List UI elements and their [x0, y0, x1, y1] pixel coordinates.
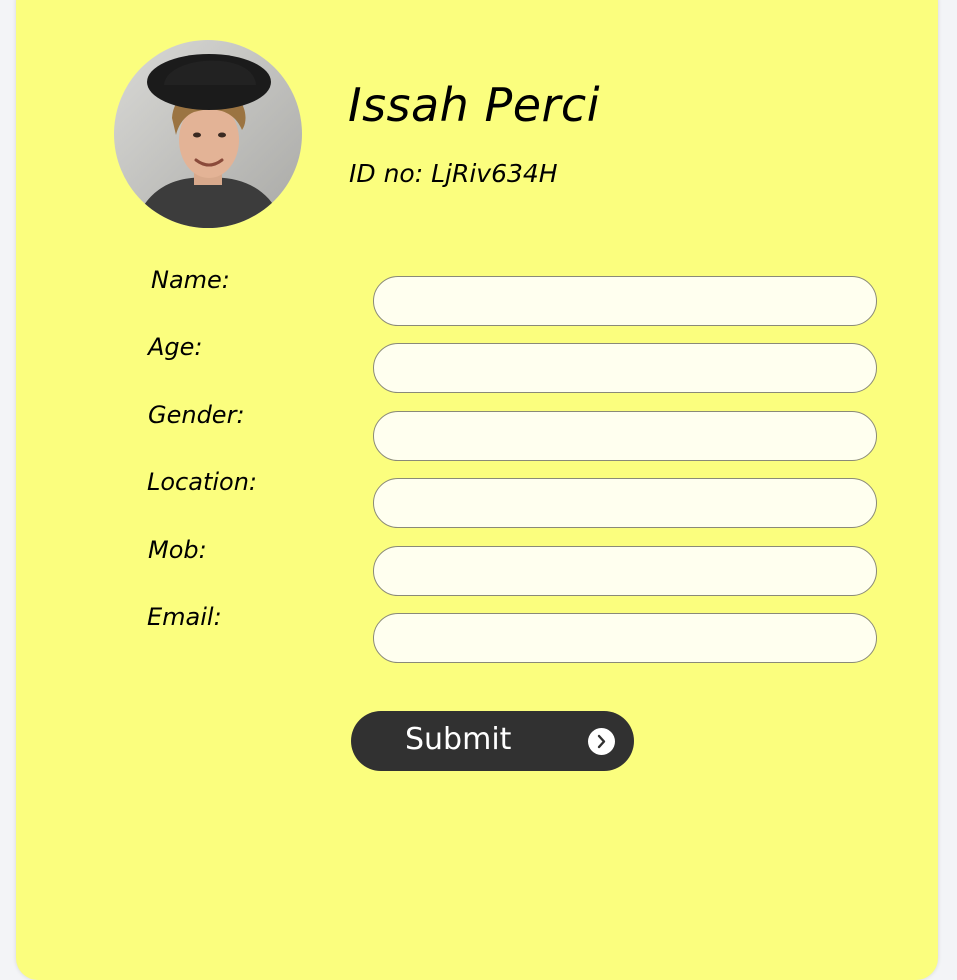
mob-field[interactable] [373, 546, 877, 596]
location-label: Location: [147, 468, 258, 496]
age-label: Age: [148, 333, 203, 361]
gender-label: Gender: [148, 401, 245, 429]
submit-button[interactable]: Submit [351, 711, 634, 771]
age-field[interactable] [373, 343, 877, 393]
profile-name: Issah Perci [348, 78, 600, 132]
name-label: Name: [151, 266, 230, 294]
profile-id: ID no: LjRiv634H [349, 159, 558, 188]
email-label: Email: [147, 603, 222, 631]
location-field[interactable] [373, 478, 877, 528]
name-field[interactable] [373, 276, 877, 326]
avatar [114, 40, 302, 228]
email-field[interactable] [373, 613, 877, 663]
mob-label: Mob: [148, 536, 207, 564]
chevron-right-icon [588, 728, 615, 755]
profile-card: Issah Perci ID no: LjRiv634H Name: Age: … [16, 0, 938, 980]
submit-label: Submit [405, 722, 512, 757]
gender-field[interactable] [373, 411, 877, 461]
